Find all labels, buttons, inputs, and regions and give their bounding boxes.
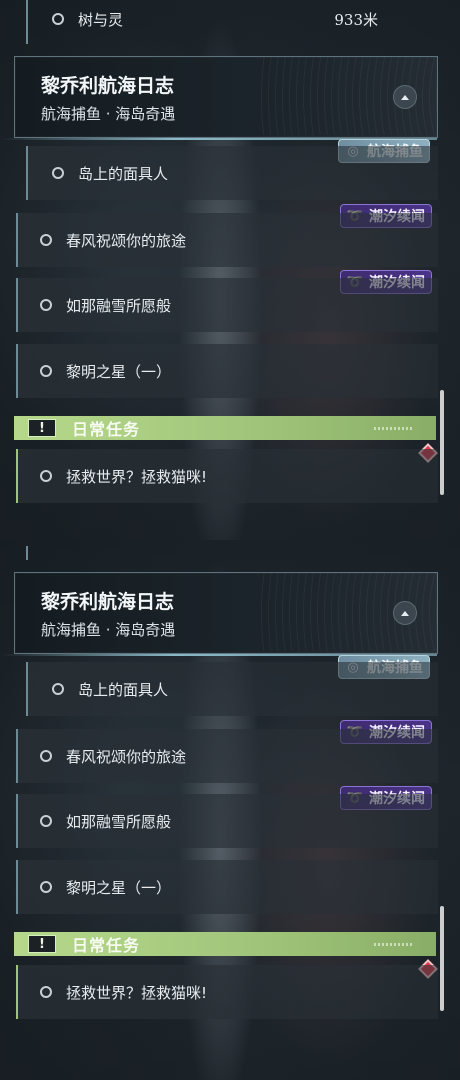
quest-group-header[interactable]: 黎乔利航海日志 航海捕鱼 · 海岛奇遇 xyxy=(1,56,438,140)
daily-title: 日常任务 xyxy=(72,936,141,955)
exclamation-icon: ! xyxy=(28,935,56,953)
radio-circle-icon xyxy=(40,986,52,998)
quest-label: 黎明之星（一） xyxy=(66,362,172,381)
radio-circle-icon xyxy=(40,299,52,311)
group-subtitle: 航海捕鱼 · 海岛奇遇 xyxy=(41,105,176,123)
quest-item-melting-snow[interactable]: 如那融雪所愿般 xyxy=(16,794,438,848)
quest-label: 黎明之星（一） xyxy=(66,878,172,897)
radio-circle-icon xyxy=(52,13,64,25)
chevron-up-icon[interactable] xyxy=(393,601,417,625)
scrollbar[interactable] xyxy=(440,906,444,1011)
quest-item-melting-snow[interactable]: 如那融雪所愿般 xyxy=(16,278,438,332)
quest-item-star-of-dawn[interactable]: 黎明之星（一） xyxy=(16,860,438,914)
radio-circle-icon xyxy=(40,881,52,893)
quest-label: 拯救世界？拯救猫咪! xyxy=(66,467,208,486)
radio-circle-icon xyxy=(52,683,64,695)
exclamation-icon: ! xyxy=(28,419,56,437)
header-decoration xyxy=(374,942,414,946)
quest-group-header[interactable]: 黎乔利航海日志 航海捕鱼 · 海岛奇遇 xyxy=(1,572,438,656)
group-subtitle: 航海捕鱼 · 海岛奇遇 xyxy=(41,621,176,639)
quest-item-spring-wind[interactable]: 春风祝颂你的旅途 xyxy=(16,729,438,783)
quest-panel-bottom: 黎乔利航海日志 航海捕鱼 · 海岛奇遇 ◎ 航海捕鱼 岛上的面具人 ➰ 潮汐续闻… xyxy=(0,540,460,1080)
quest-label: 岛上的面具人 xyxy=(78,164,169,183)
quest-item-save-cat[interactable]: 拯救世界？拯救猫咪! xyxy=(16,449,438,503)
scrollbar[interactable] xyxy=(440,390,444,495)
quest-item-save-cat[interactable]: 拯救世界？拯救猫咪! xyxy=(16,965,438,1019)
radio-circle-icon xyxy=(52,167,64,179)
quest-label: 如那融雪所愿般 xyxy=(66,812,172,831)
radio-circle-icon xyxy=(40,750,52,762)
radio-circle-icon xyxy=(40,470,52,482)
chevron-up-icon[interactable] xyxy=(393,85,417,109)
quest-label: 拯救世界？拯救猫咪! xyxy=(66,983,208,1002)
quest-distance: 933米 xyxy=(334,10,378,29)
radio-circle-icon xyxy=(40,365,52,377)
quest-label: 春风祝颂你的旅途 xyxy=(66,747,187,766)
quest-item-star-of-dawn[interactable]: 黎明之星（一） xyxy=(16,344,438,398)
quest-item-spring-wind[interactable]: 春风祝颂你的旅途 xyxy=(16,213,438,267)
radio-circle-icon xyxy=(40,815,52,827)
quest-label: 岛上的面具人 xyxy=(78,680,169,699)
header-decoration xyxy=(374,426,414,430)
quest-item-masked-man[interactable]: 岛上的面具人 xyxy=(26,146,438,200)
quest-label: 春风祝颂你的旅途 xyxy=(66,231,187,250)
quest-panel-top: 树与灵 933米 黎乔利航海日志 航海捕鱼 · 海岛奇遇 ◎ 航海捕鱼 岛上的面… xyxy=(0,0,460,540)
daily-tasks-header[interactable]: ! 日常任务 xyxy=(14,932,436,956)
quest-item-tree-spirit[interactable]: 树与灵 933米 xyxy=(26,0,436,46)
daily-title: 日常任务 xyxy=(72,420,141,439)
quest-label: 如那融雪所愿般 xyxy=(66,296,172,315)
radio-circle-icon xyxy=(40,234,52,246)
daily-tasks-header[interactable]: ! 日常任务 xyxy=(14,416,436,440)
group-title: 黎乔利航海日志 xyxy=(41,591,175,613)
divider-line xyxy=(26,546,28,560)
quest-item-masked-man[interactable]: 岛上的面具人 xyxy=(26,662,438,716)
quest-label: 树与灵 xyxy=(78,10,124,29)
group-title: 黎乔利航海日志 xyxy=(41,75,175,97)
